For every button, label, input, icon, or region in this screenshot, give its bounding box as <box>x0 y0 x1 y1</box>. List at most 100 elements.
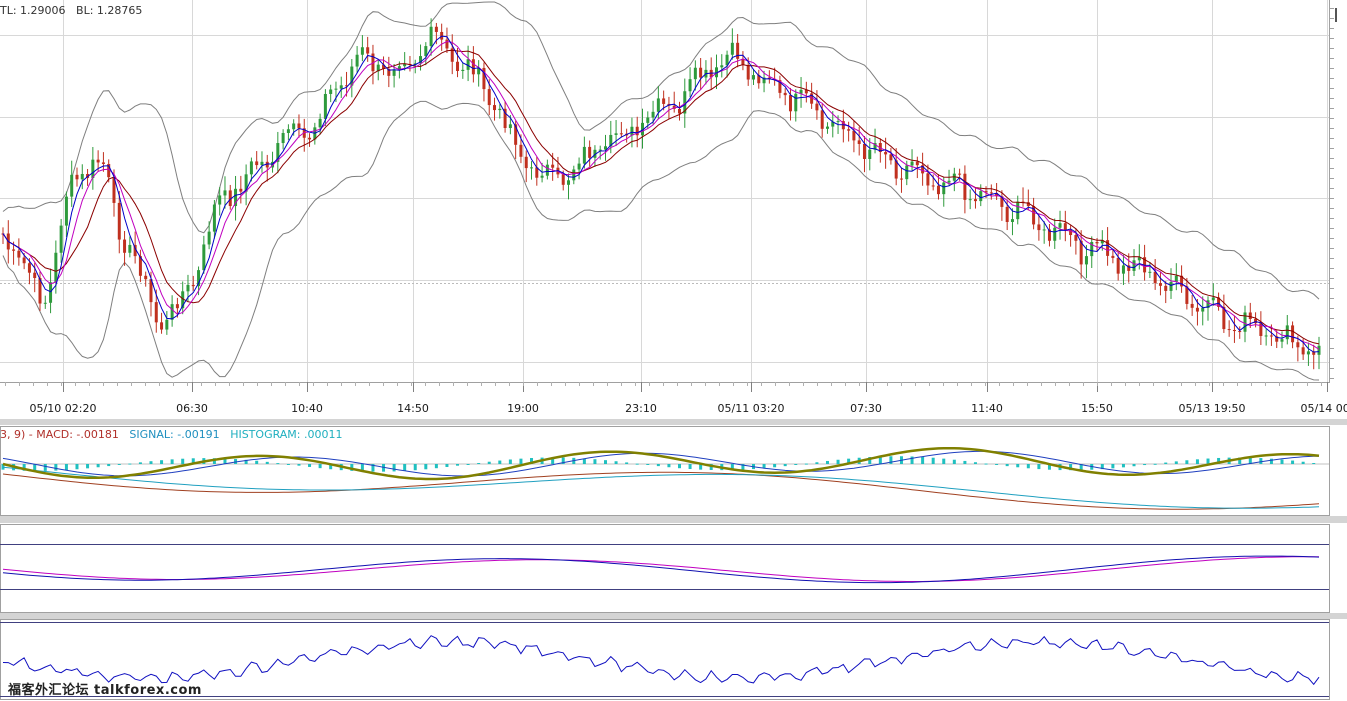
histogram-bar <box>783 464 787 467</box>
candle-body <box>905 165 909 180</box>
histogram-bar <box>276 463 280 465</box>
histogram-bar <box>942 458 946 464</box>
candle-body <box>1037 224 1041 231</box>
histogram-bar <box>677 464 681 469</box>
candle-body <box>223 190 227 196</box>
panel-separator-3 <box>0 613 1347 619</box>
candle-body <box>646 117 650 123</box>
time-tick-label: 23:10 <box>625 402 657 415</box>
candle-body <box>249 161 253 175</box>
histogram-bar <box>973 462 977 464</box>
panel-separator-1 <box>0 419 1347 425</box>
candle-body <box>154 302 158 323</box>
candle-body <box>577 163 581 170</box>
candle-body <box>123 239 127 253</box>
histogram-bar <box>498 460 502 464</box>
candle-body <box>1227 329 1231 331</box>
candle-body <box>567 180 571 185</box>
candle-body <box>429 26 433 47</box>
histogram-bar <box>1143 464 1147 466</box>
candle-body <box>582 146 586 164</box>
histogram-bar <box>931 457 935 464</box>
time-tick-label: 05/13 19:50 <box>1179 402 1246 415</box>
candle-body <box>292 123 296 130</box>
candle-body <box>677 108 681 114</box>
histogram-bar <box>1121 464 1125 468</box>
time-tick-label: 07:30 <box>850 402 882 415</box>
histogram-bar <box>1259 458 1263 464</box>
candle-body <box>968 199 972 201</box>
candle-body <box>281 133 285 144</box>
candle-body <box>43 302 47 304</box>
candle-body <box>699 67 703 78</box>
panel-separator-2 <box>0 516 1347 523</box>
time-tick-label: 06:30 <box>176 402 208 415</box>
candle-body <box>1195 307 1199 312</box>
histogram-bar <box>995 464 999 465</box>
candle-body <box>1164 285 1168 291</box>
candle-body <box>1211 297 1215 301</box>
candle-body <box>27 263 31 273</box>
candle-body <box>662 98 666 104</box>
candle-body <box>1116 257 1120 274</box>
candle-body <box>1185 286 1189 304</box>
candle-body <box>456 61 460 72</box>
candle-body <box>434 26 438 32</box>
candle-body <box>334 88 338 90</box>
histogram-bar <box>138 462 142 464</box>
candle-body <box>651 111 655 118</box>
candle-body <box>1291 325 1295 343</box>
candle-body <box>736 42 740 59</box>
candle-body <box>524 156 528 169</box>
candle-body <box>630 126 634 136</box>
candle-body <box>910 161 914 166</box>
candle-body <box>128 244 132 253</box>
candle-body <box>54 252 58 283</box>
histogram-bar <box>286 464 290 465</box>
histogram-bar <box>107 464 111 467</box>
candle-body <box>207 231 211 245</box>
candle-body <box>1169 281 1173 291</box>
candle-body <box>561 174 565 185</box>
candle-body <box>202 244 206 271</box>
candle-body <box>70 174 74 197</box>
candle-body <box>1280 339 1284 342</box>
candle-body <box>1269 335 1273 337</box>
candle-body <box>508 124 512 129</box>
histogram-bar <box>1026 464 1030 469</box>
candle-body <box>17 250 21 258</box>
candle-body <box>1132 260 1136 271</box>
time-tick-label: 05/14 00: <box>1301 402 1347 415</box>
histogram-bar <box>392 464 396 472</box>
candle-body <box>191 284 195 287</box>
histogram-bar <box>1016 464 1020 468</box>
candle-body <box>947 180 951 183</box>
histogram-bar <box>170 459 174 464</box>
macd-params: 3, 9) - <box>0 428 33 441</box>
histogram-bar <box>656 464 660 467</box>
candle-body <box>614 133 618 135</box>
histogram-bar <box>952 459 956 464</box>
candle-body <box>33 272 37 279</box>
candle-body <box>360 47 364 55</box>
histogram-bar <box>160 460 164 464</box>
candle-body <box>519 144 523 157</box>
histogram-bar <box>667 464 671 468</box>
candle-body <box>339 85 343 89</box>
price-panel-frame <box>0 0 1329 382</box>
candle-body <box>530 167 534 169</box>
candle-body <box>973 199 977 202</box>
histogram-bar <box>255 460 259 464</box>
histogram-bar <box>1132 464 1136 467</box>
histogram-bar <box>1269 458 1273 464</box>
histogram-bar <box>804 463 808 465</box>
histogram-bar <box>815 462 819 464</box>
histogram-bar <box>1164 462 1168 464</box>
time-tick-label: 05/11 03:20 <box>718 402 785 415</box>
candle-body <box>619 133 623 135</box>
candle-body <box>540 175 544 178</box>
candle-body <box>424 46 428 57</box>
candle-body <box>926 173 930 186</box>
candle-body <box>825 126 829 129</box>
candle-body <box>598 149 602 151</box>
